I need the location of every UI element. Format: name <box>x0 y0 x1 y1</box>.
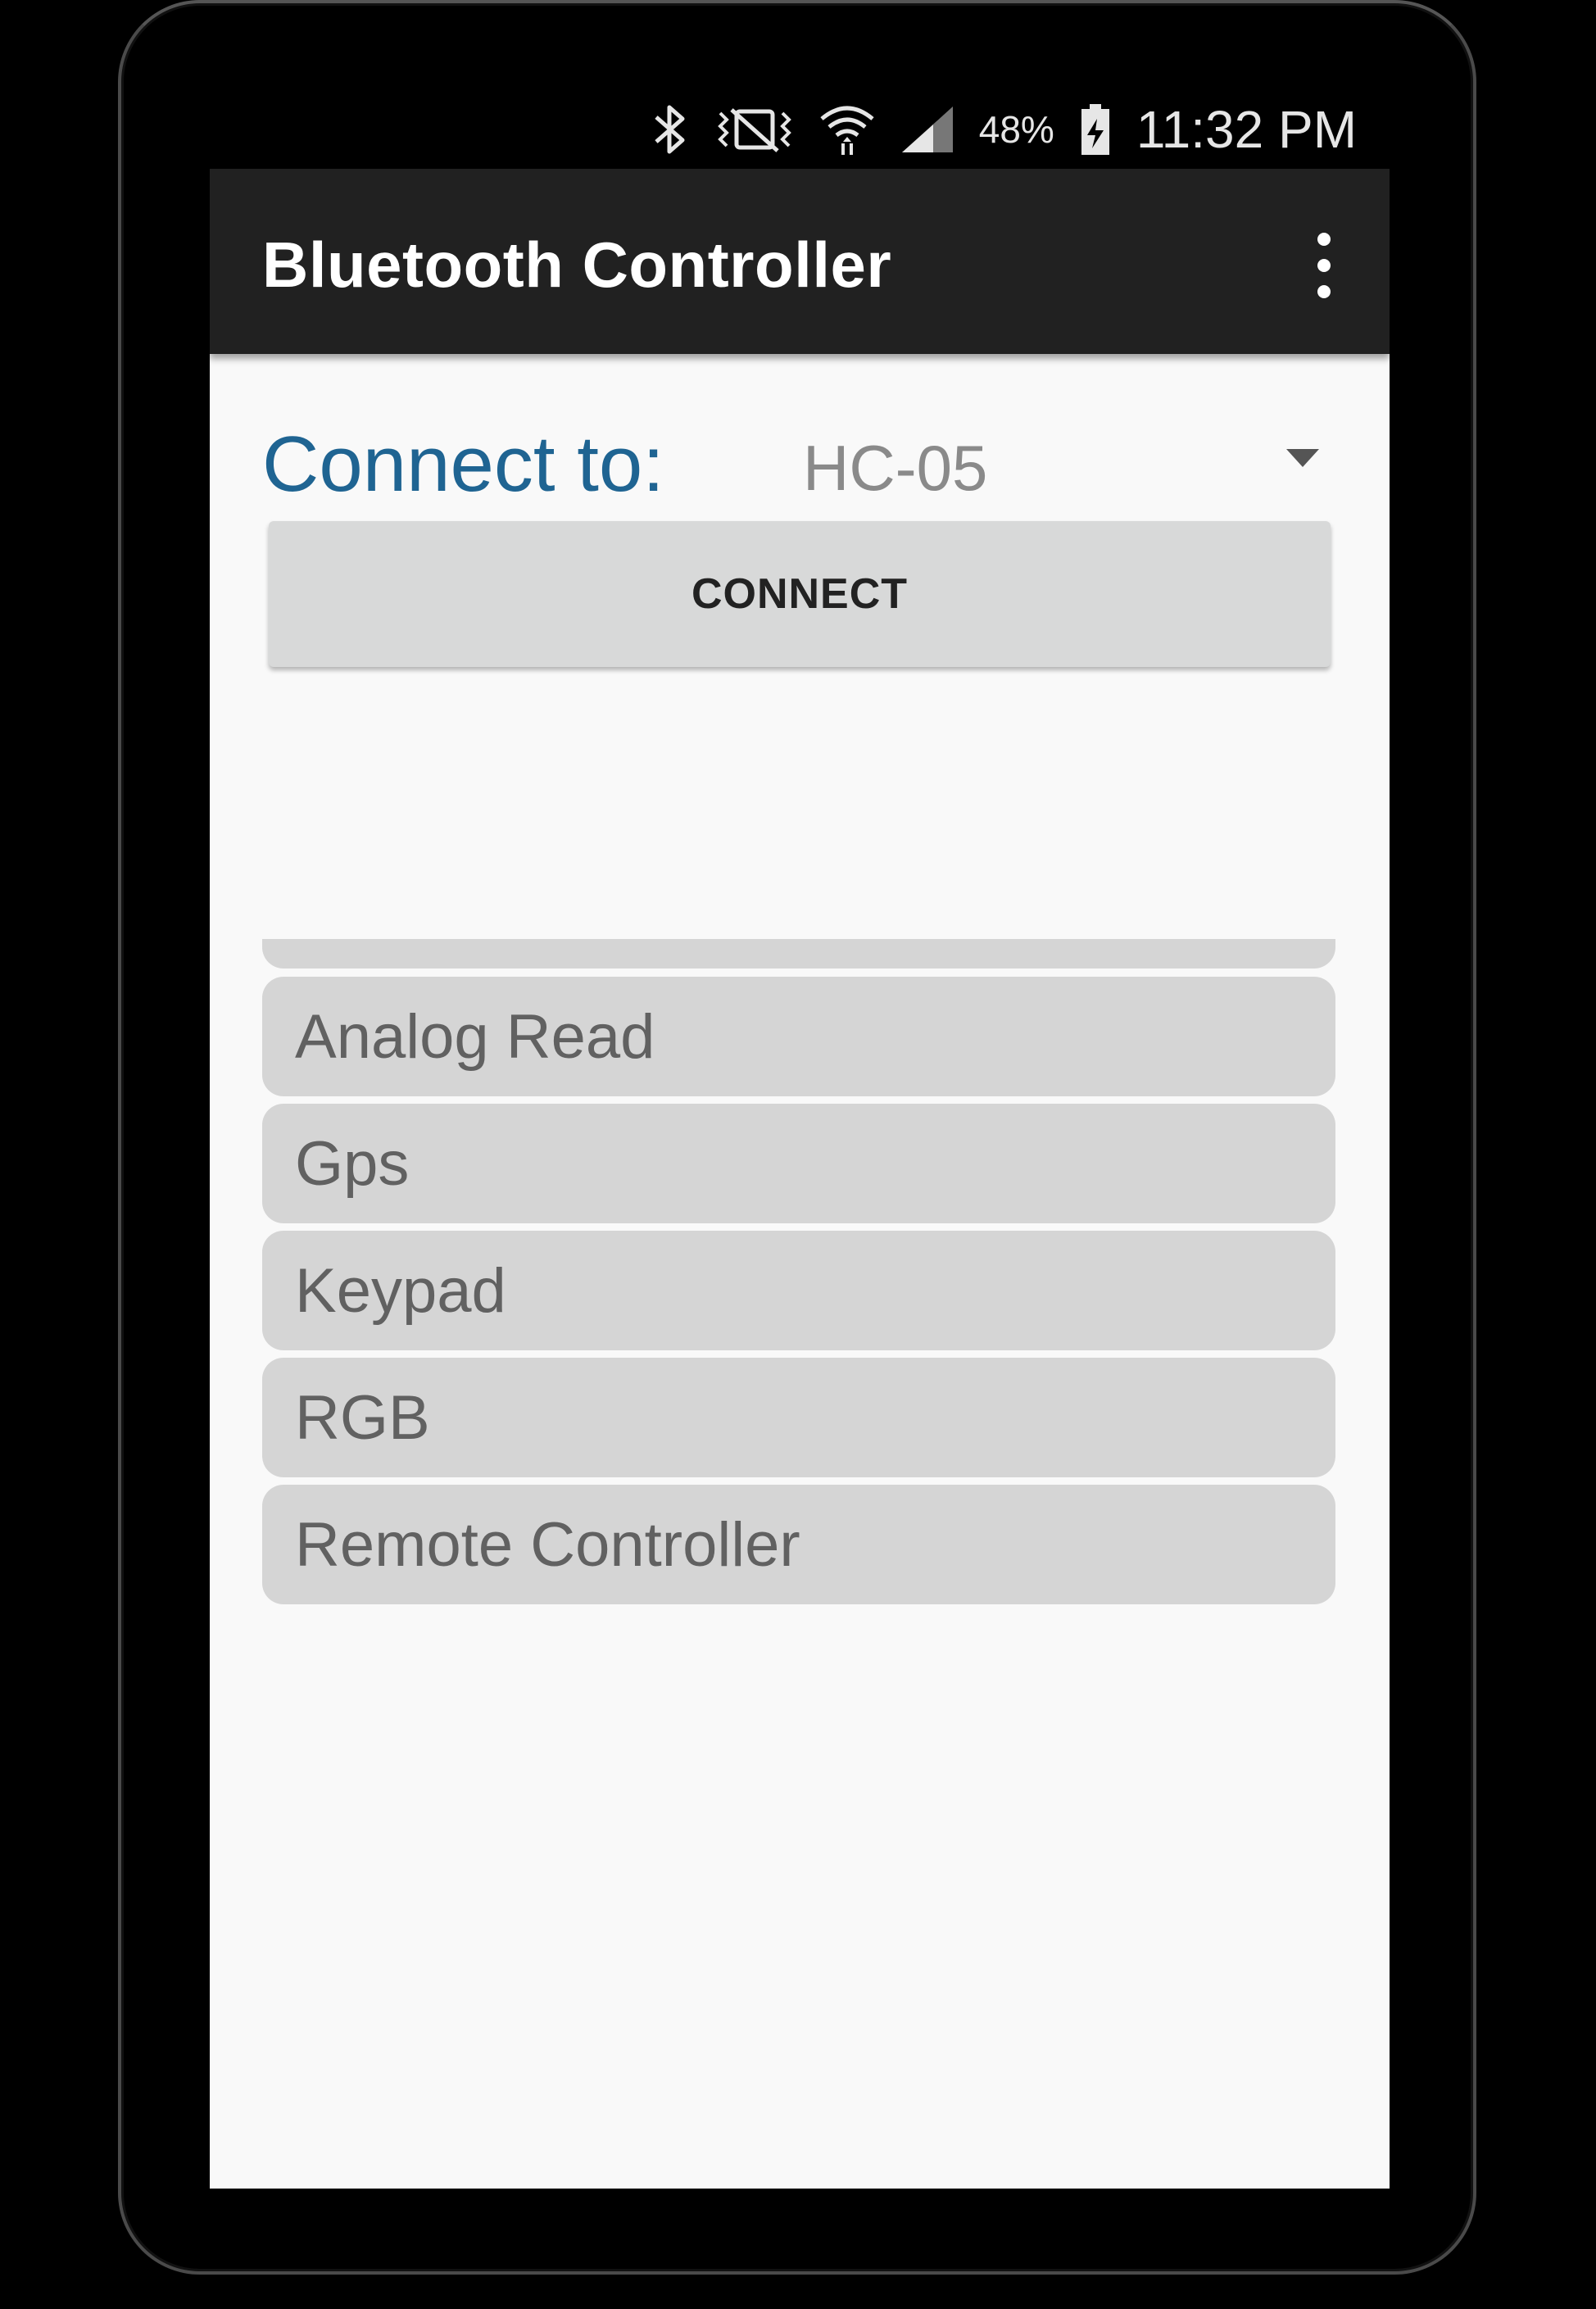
selected-device: HC-05 <box>803 432 988 504</box>
battery-percent: 48% <box>978 107 1054 151</box>
battery-charging-icon <box>1079 102 1112 157</box>
list-item-keypad[interactable]: Keypad <box>262 1231 1335 1350</box>
more-vert-icon[interactable] <box>1308 233 1340 298</box>
vibrate-icon <box>715 105 794 154</box>
mode-list[interactable]: Analog Read Gps Keypad RGB Remote Contro… <box>262 939 1335 1808</box>
list-item-gps[interactable]: Gps <box>262 1104 1335 1223</box>
bluetooth-icon <box>650 102 691 157</box>
status-time: 11:32 PM <box>1136 99 1357 159</box>
list-item-analog-read[interactable]: Analog Read <box>262 977 1335 1096</box>
status-bar: 48% 11:32 PM <box>210 90 1390 168</box>
connect-to-label: Connect to: <box>262 420 664 508</box>
list-item-partial[interactable] <box>262 939 1335 969</box>
device-spinner[interactable]: HC-05 <box>803 415 1344 505</box>
connect-button[interactable]: CONNECT <box>269 521 1331 667</box>
list-item-rgb[interactable]: RGB <box>262 1358 1335 1477</box>
wifi-icon <box>818 102 876 157</box>
app-screen: Bluetooth Controller Connect to: HC-05 C… <box>210 169 1390 2189</box>
app-bar: Bluetooth Controller <box>210 169 1390 354</box>
dropdown-arrow-icon <box>1286 449 1319 467</box>
list-item-remote-controller[interactable]: Remote Controller <box>262 1485 1335 1604</box>
app-title: Bluetooth Controller <box>262 229 892 301</box>
signal-icon <box>900 105 954 154</box>
